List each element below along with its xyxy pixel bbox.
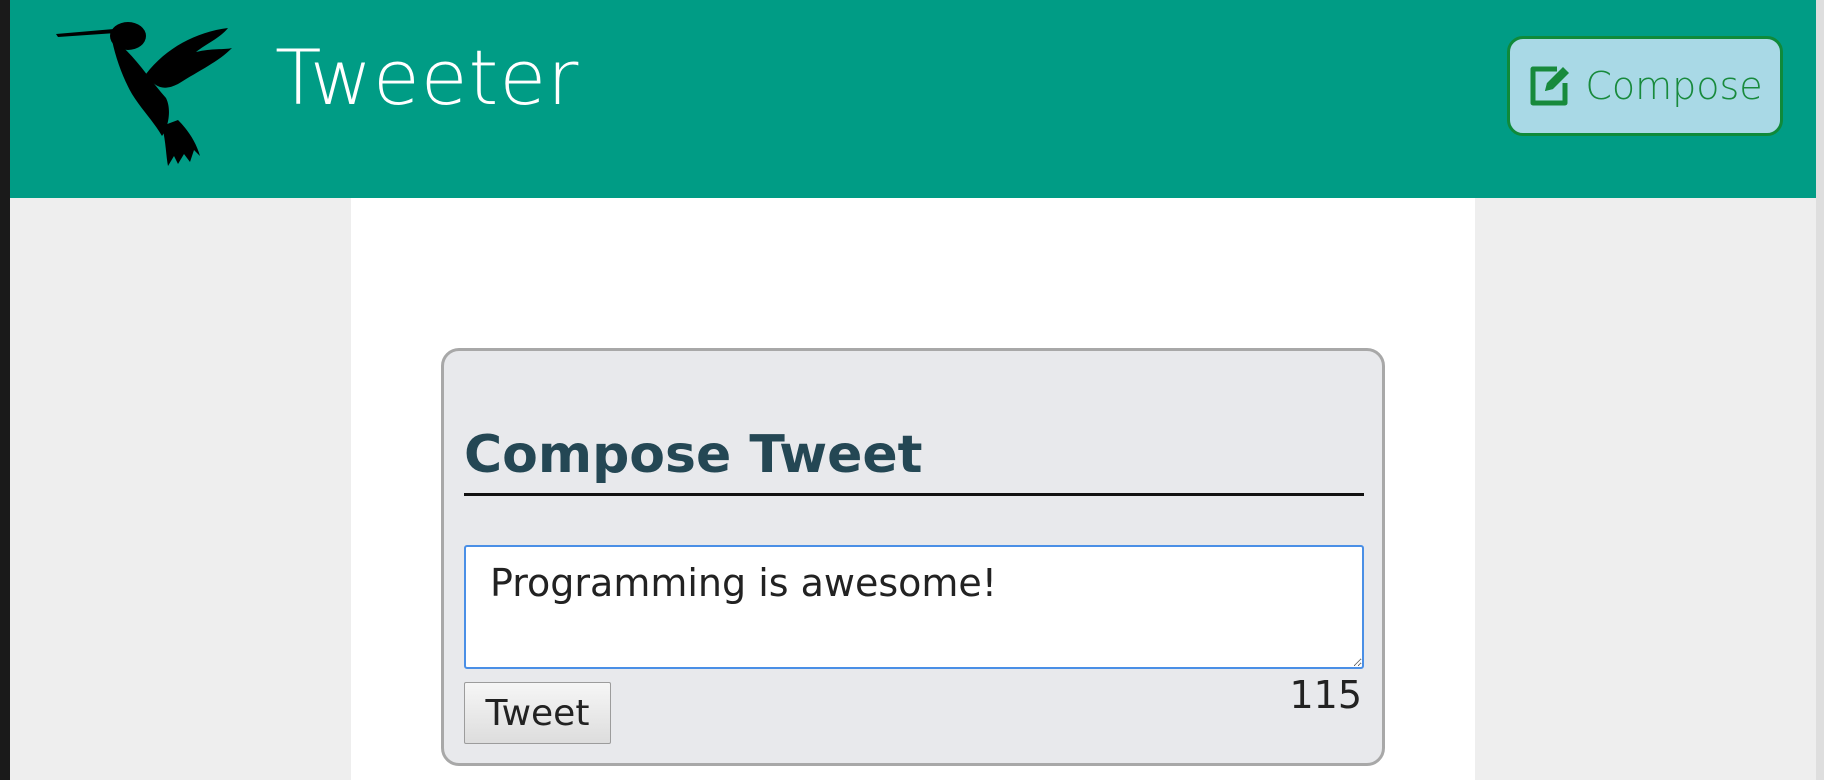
compose-button[interactable]: Compose (1507, 36, 1783, 136)
tweet-button[interactable]: Tweet (464, 682, 611, 744)
compose-tweet-panel: Compose Tweet Programming is awesome! Tw… (441, 348, 1385, 766)
hummingbird-icon (56, 22, 232, 166)
app-header: Tweeter Compose (10, 0, 1816, 198)
window-edge (0, 0, 10, 780)
edit-icon (1530, 66, 1570, 106)
compose-button-label: Compose (1585, 64, 1763, 108)
tweet-input[interactable]: Programming is awesome! (464, 545, 1364, 669)
page: Tweeter Compose Compose Tweet Programmin… (0, 0, 1824, 780)
scrollbar[interactable] (1816, 0, 1824, 780)
heading-divider (464, 493, 1364, 496)
compose-heading: Compose Tweet (464, 425, 923, 485)
character-counter: 115 (1289, 673, 1362, 717)
app-title: Tweeter (275, 33, 580, 122)
